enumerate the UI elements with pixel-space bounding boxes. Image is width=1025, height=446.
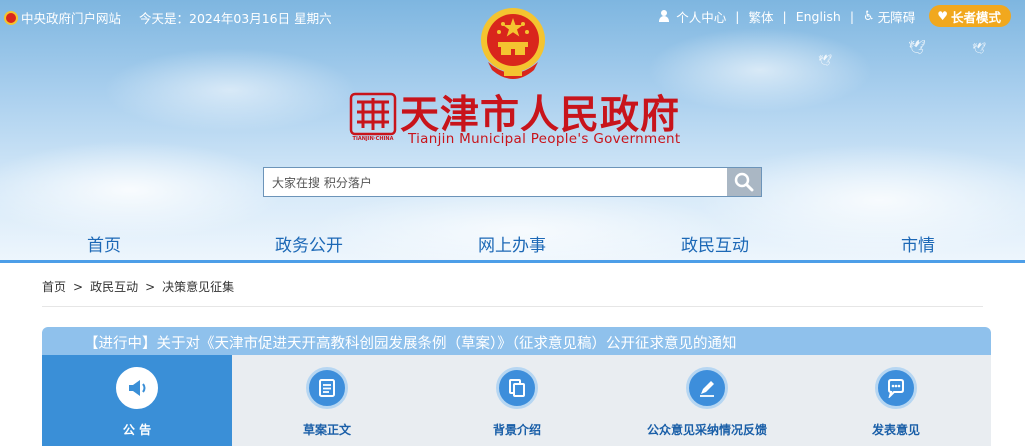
personal-center-label: 个人中心: [676, 9, 727, 25]
separator: |: [849, 8, 855, 24]
search-input[interactable]: [264, 168, 728, 196]
nav-item-gov-affairs[interactable]: 政务公开: [275, 231, 343, 256]
nav-item-city-info[interactable]: 市情: [901, 231, 935, 256]
notice-title: 【进行中】关于对《天津市促进天开高教科创园发展条例（草案）》（征求意见稿）公开征…: [84, 336, 737, 352]
nav-item-online-services[interactable]: 网上办事: [478, 231, 546, 256]
nav-item-home[interactable]: 首页: [87, 231, 121, 256]
tab-label: 发表意见: [871, 423, 920, 437]
tab-background[interactable]: 背景介绍: [422, 355, 612, 446]
pen-icon: [700, 381, 714, 397]
accessibility-label: 无障碍: [877, 9, 916, 25]
tab-icon-circle: [875, 367, 917, 409]
elder-mode-label: 长者模式: [950, 9, 1001, 25]
breadcrumb-separator: >: [145, 279, 156, 294]
notice-tabs: 公 告 草案正文 背景介绍 公众意见采纳情况反馈 发表意见: [42, 355, 991, 446]
document-icon: [319, 379, 335, 397]
breadcrumb-consultation[interactable]: 决策意见征集: [162, 278, 234, 295]
chat-icon: [888, 379, 904, 398]
seal-icon: [349, 92, 397, 136]
gov-portal-link[interactable]: 中央政府门户网站: [21, 8, 121, 27]
user-icon: [658, 10, 670, 22]
english-link[interactable]: English: [796, 9, 841, 24]
main-nav: 首页 政务公开 网上办事 政民互动 市情: [0, 231, 1025, 261]
breadcrumb-interaction[interactable]: 政民互动: [90, 278, 138, 295]
national-emblem-mini-icon: [4, 10, 18, 25]
site-title-english: Tianjin Municipal People's Government: [408, 131, 681, 147]
elder-mode-button[interactable]: ♥ 长者模式: [929, 5, 1011, 27]
wheelchair-icon: ♿: [863, 8, 875, 24]
breadcrumb-divider: [42, 306, 983, 307]
tab-icon-circle: [686, 367, 728, 409]
tab-announcement[interactable]: 公 告: [42, 355, 232, 446]
tab-label: 公众意见采纳情况反馈: [646, 423, 767, 437]
tab-icon-circle: [306, 367, 348, 409]
tab-label: 背景介绍: [492, 423, 541, 437]
bird-decoration: 🕊: [908, 40, 926, 56]
search-icon: [734, 172, 754, 192]
separator: |: [735, 8, 740, 24]
megaphone-icon: [129, 380, 146, 396]
nav-item-interaction[interactable]: 政民互动: [681, 231, 749, 256]
tab-submit-opinion[interactable]: 发表意见: [801, 355, 991, 446]
bird-decoration: 🕊: [972, 42, 986, 55]
tab-icon-circle: [496, 367, 538, 409]
header-banner: 🕊 🕊 🕊 中央政府门户网站 今天是：2024年03月16日 星期六 个人中心 …: [0, 0, 1025, 262]
national-emblem-icon: [481, 8, 545, 79]
separator: |: [782, 8, 787, 24]
tab-draft-text[interactable]: 草案正文: [232, 355, 422, 446]
tianjin-seal-logo: TIANJIN·CHINA: [349, 92, 397, 142]
breadcrumb-separator: >: [73, 279, 84, 294]
traditional-chinese-link[interactable]: 繁体: [748, 7, 773, 26]
date-text: 今天是：2024年03月16日 星期六: [139, 11, 332, 26]
tab-label: 公 告: [122, 423, 152, 437]
seal-caption: TIANJIN·CHINA: [352, 136, 394, 142]
accessibility-link[interactable]: ♿ 无障碍: [863, 7, 915, 26]
notice-header: 【进行中】关于对《天津市促进天开高教科创园发展条例（草案）》（征求意见稿）公开征…: [42, 327, 991, 355]
tab-label: 草案正文: [302, 423, 351, 437]
search-button[interactable]: [727, 168, 761, 196]
search-box: [263, 167, 762, 197]
tab-icon-circle: [116, 367, 158, 409]
files-icon: [509, 379, 525, 397]
breadcrumb: 首页 > 政民互动 > 决策意见征集: [42, 278, 234, 295]
bird-decoration: 🕊: [818, 54, 832, 67]
personal-center-link[interactable]: 个人中心: [658, 7, 726, 26]
page: 🕊 🕊 🕊 中央政府门户网站 今天是：2024年03月16日 星期六 个人中心 …: [0, 0, 1025, 446]
tab-feedback[interactable]: 公众意见采纳情况反馈: [612, 355, 802, 446]
nav-underline: [0, 260, 1025, 263]
breadcrumb-home[interactable]: 首页: [42, 278, 66, 295]
elder-icon: ♥: [937, 9, 948, 23]
